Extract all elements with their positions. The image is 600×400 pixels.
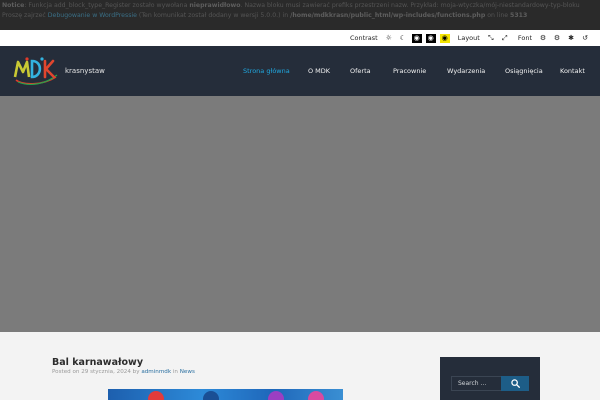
posted-on-label: Posted on [52, 369, 82, 375]
search-icon [510, 379, 520, 388]
notice-link[interactable]: Debugowanie w WordPressie [48, 12, 137, 19]
notice-segment: (Ten komunikat został dodany w wersji 5.… [136, 11, 291, 19]
nav-item-o-mdk[interactable]: O MDK [308, 67, 330, 75]
font-increase-icon[interactable]: ⚙ [538, 34, 548, 43]
reset-icon[interactable]: ↺ [580, 34, 590, 43]
nav-item-kontakt[interactable]: Kontakt [560, 67, 585, 75]
contrast-label: Contrast [349, 34, 378, 42]
font-decrease-icon[interactable]: ⚙ [552, 34, 562, 43]
layout-label: Layout [457, 34, 480, 42]
accessibility-toolbar: Contrast ☼ ☾ ◉ ◉ ◉ Layout ⤡ ⤢ Font ⚙ ⚙ ✱… [0, 30, 600, 46]
notice-segment: on line [485, 11, 511, 19]
main-content: Bal karnawałowy Posted on 29 stycznia, 2… [0, 332, 600, 400]
balloon-shape [203, 391, 219, 400]
hero-slider [0, 96, 600, 332]
nav-item-pracownie[interactable]: Pracownie [393, 67, 426, 75]
brightness-icon[interactable]: ☼ [384, 34, 394, 43]
notice-segment: Notice [2, 2, 25, 9]
shrink-layout-icon[interactable]: ⤡ [486, 34, 496, 43]
post-date: 29 stycznia, 2024 [81, 369, 131, 375]
balloon-shape [268, 391, 284, 400]
main-nav: Strona główna O MDK Oferta Pracownie Wyd… [0, 67, 600, 77]
notice-segment: 5313 [510, 11, 528, 19]
notice-segment: /home/mdkkrasn/public_html/wp-includes/f… [290, 11, 486, 19]
by-label: by [130, 369, 142, 375]
nav-item-oferta[interactable]: Oferta [350, 67, 371, 75]
balloon-shape [308, 391, 324, 400]
font-label: Font [517, 34, 532, 42]
php-notice-text: Notice: Funkcja add_block_type_Register … [2, 2, 580, 19]
post-author-link[interactable]: adminmdk [141, 369, 171, 375]
sidebar-search-widget [440, 357, 540, 400]
dark-mode-icon[interactable]: ☾ [398, 34, 408, 43]
balloon-shape [148, 391, 164, 400]
post-title[interactable]: Bal karnawałowy [52, 357, 143, 368]
notice-segment: nieprawidłowo [189, 2, 241, 9]
post-category-link[interactable]: News [180, 369, 195, 375]
search-button[interactable] [501, 376, 529, 391]
yellow-contrast-eye-icon[interactable]: ◉ [439, 33, 450, 43]
php-notice-bar: Notice: Funkcja add_block_type_Register … [0, 0, 600, 30]
font-settings-icon[interactable]: ✱ [566, 34, 576, 43]
high-contrast-eye-icon[interactable]: ◉ [411, 33, 422, 43]
site-header: krasnystaw Strona główna O MDK Oferta Pr… [0, 46, 600, 96]
nav-item-strona-glowna[interactable]: Strona główna [243, 67, 290, 75]
nav-item-wydarzenia[interactable]: Wydarzenia [447, 67, 485, 75]
notice-segment: : Funkcja add_block_type_Register został… [24, 2, 190, 9]
post-meta: Posted on 29 stycznia, 2024 by adminmdk … [52, 369, 195, 375]
search-input[interactable] [451, 376, 502, 391]
inverted-eye-icon[interactable]: ◉ [425, 33, 436, 43]
in-label: in [171, 369, 180, 375]
post-featured-image[interactable] [108, 389, 343, 400]
expand-layout-icon[interactable]: ⤢ [500, 34, 510, 43]
nav-item-osiagniecia[interactable]: Osiągnięcia [505, 67, 543, 75]
